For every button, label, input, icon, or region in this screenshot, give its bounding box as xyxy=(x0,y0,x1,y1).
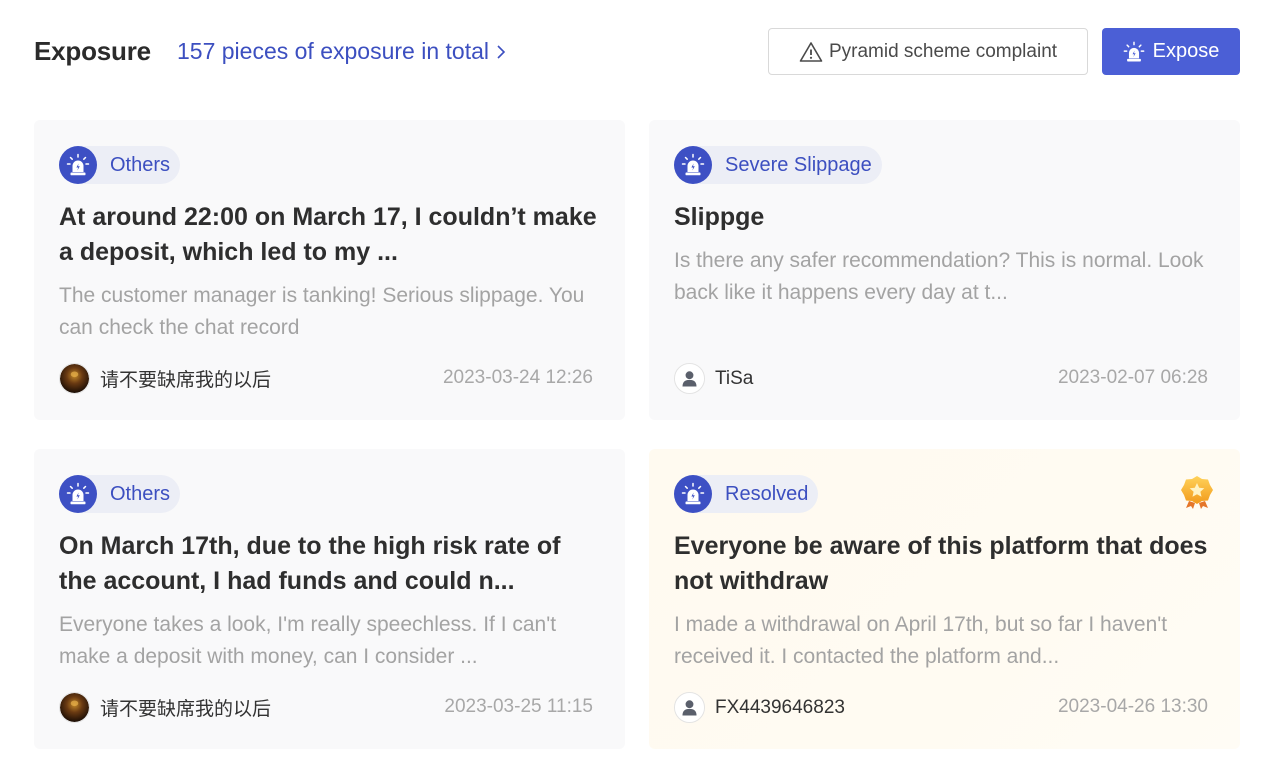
total-exposure-label: 157 pieces of exposure in total xyxy=(177,38,489,64)
card-description: Is there any safer recommendation? This … xyxy=(674,249,1204,304)
alarm-siren-icon xyxy=(59,146,97,184)
card-title[interactable]: On March 17th, due to the high risk rate… xyxy=(59,529,604,599)
alarm-siren-icon xyxy=(674,475,712,513)
alarm-siren-icon xyxy=(59,475,97,513)
category-tag-label: Severe Slippage xyxy=(725,153,872,176)
avatar[interactable] xyxy=(59,363,90,394)
author-name: FX4439646823 xyxy=(715,696,845,718)
avatar[interactable] xyxy=(674,363,705,394)
card-title[interactable]: At around 22:00 on March 17, I couldn’t … xyxy=(59,200,604,270)
chevron-right-icon xyxy=(497,44,506,59)
category-tag-label: Resolved xyxy=(725,482,809,505)
page-header: Exposure 157 pieces of exposure in total… xyxy=(34,28,1240,76)
author-name: TiSa xyxy=(715,367,754,389)
card-title[interactable]: Slippge xyxy=(674,200,1219,235)
exposure-card[interactable]: Resolved Everyone be aware of this platf… xyxy=(649,449,1240,749)
category-tag: Others xyxy=(59,146,181,184)
author-info[interactable]: TiSa xyxy=(674,363,753,394)
page-title: Exposure xyxy=(34,36,151,66)
author-info[interactable]: FX4439646823 xyxy=(674,692,845,723)
gold-star-badge-icon xyxy=(1181,476,1213,509)
exposure-card[interactable]: Others At around 22:00 on March 17, I co… xyxy=(34,120,625,420)
card-description: Everyone takes a look, I'm really speech… xyxy=(59,613,557,668)
author-name: 请不要缺席我的以后 xyxy=(100,370,272,391)
post-date: 2023-03-24 12:26 xyxy=(442,367,593,388)
alarm-siren-icon xyxy=(674,146,712,184)
card-title[interactable]: Everyone be aware of this platform that … xyxy=(674,529,1219,599)
exposure-card[interactable]: Severe Slippage Slippge Is there any saf… xyxy=(649,120,1240,420)
card-description: I made a withdrawal on April 17th, but s… xyxy=(674,613,1168,668)
pyramid-complaint-label: Pyramid scheme complaint xyxy=(828,40,1058,62)
expose-label: Expose xyxy=(1152,40,1220,62)
avatar[interactable] xyxy=(674,692,705,723)
alarm-siren-icon xyxy=(1123,41,1144,61)
exposure-card[interactable]: Others On March 17th, due to the high ri… xyxy=(34,449,625,749)
category-tag: Severe Slippage xyxy=(674,146,882,184)
category-tag: Resolved xyxy=(674,475,819,513)
post-date: 2023-02-07 06:28 xyxy=(1057,367,1208,388)
pyramid-complaint-button[interactable]: Pyramid scheme complaint xyxy=(768,28,1088,75)
card-description: The customer manager is tanking! Serious… xyxy=(59,284,585,339)
category-tag: Others xyxy=(59,475,181,513)
author-info[interactable]: 请不要缺席我的以后 xyxy=(59,363,271,394)
post-date: 2023-03-25 11:15 xyxy=(444,696,593,717)
total-exposure-link[interactable]: 157 pieces of exposure in total xyxy=(177,38,507,65)
post-date: 2023-04-26 13:30 xyxy=(1057,696,1208,717)
category-tag-label: Others xyxy=(110,482,171,505)
author-name: 请不要缺席我的以后 xyxy=(100,699,272,720)
author-info[interactable]: 请不要缺席我的以后 xyxy=(59,692,271,723)
avatar[interactable] xyxy=(59,692,90,723)
expose-button[interactable]: Expose xyxy=(1102,28,1240,75)
category-tag-label: Others xyxy=(110,153,171,176)
warning-icon xyxy=(799,41,823,62)
